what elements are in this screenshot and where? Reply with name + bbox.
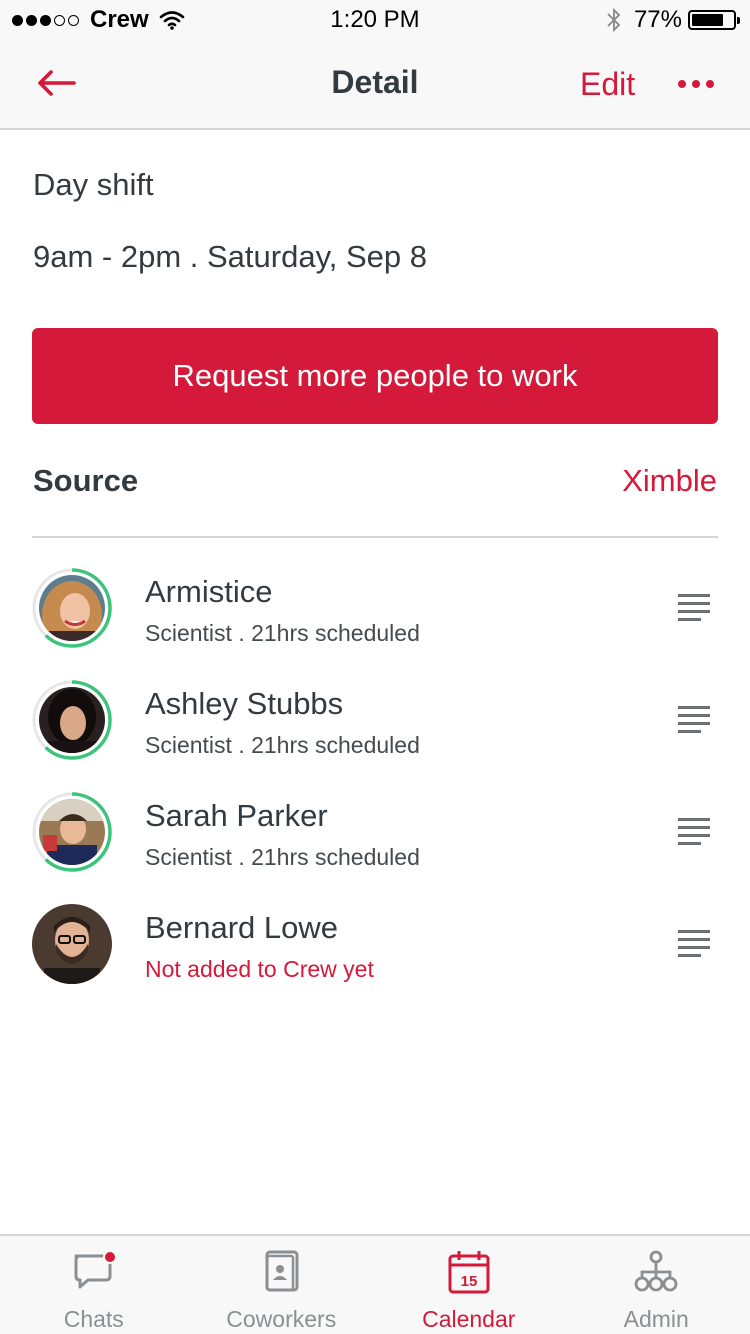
avatar [32,568,112,648]
battery-icon [688,10,740,30]
bluetooth-icon [607,7,621,33]
shift-time: 9am - 2pm . Saturday, Sep 8 [33,239,428,274]
divider [32,536,718,538]
request-more-people-button[interactable]: Request more people to work [32,328,718,424]
calendar-day: 15 [460,1273,477,1290]
battery-level [692,14,723,26]
person-name: Sarah Parker [145,798,328,833]
tab-calendar[interactable]: 15 Calendar [375,1236,563,1334]
person-subtitle: Scientist . 21hrs scheduled [145,732,420,758]
tab-label: Coworkers [226,1306,337,1332]
source-label: Source [33,463,139,498]
tab-label: Admin [623,1306,689,1332]
tab-coworkers[interactable]: Coworkers [188,1236,376,1334]
person-subtitle: Scientist . 21hrs scheduled [145,620,420,646]
page-title: Detail [331,64,419,100]
tab-label: Calendar [422,1306,516,1332]
drag-handle-icon[interactable] [678,594,710,622]
drag-handle-icon[interactable] [678,818,710,846]
org-chart-icon [634,1250,678,1292]
notification-badge [102,1250,117,1264]
tab-chats[interactable]: Chats [0,1236,188,1334]
chat-bubble-icon [74,1250,117,1289]
avatar-photo [32,904,112,984]
drag-handle-icon[interactable] [678,930,710,958]
avatar [32,680,112,760]
tab-admin[interactable]: Admin [563,1236,750,1334]
more-options-icon[interactable] [676,74,716,94]
contact-card-icon [265,1250,299,1292]
status-right: 77% [606,6,740,34]
avatar [32,792,112,872]
source-value[interactable]: Ximble [622,463,717,499]
status-bar: Crew 1:20 PM 77% [0,0,750,40]
list-item[interactable]: Sarah Parker Scientist . 21hrs scheduled [0,790,750,902]
list-item[interactable]: Ashley Stubbs Scientist . 21hrs schedule… [0,678,750,790]
list-item[interactable]: Armistice Scientist . 21hrs scheduled [0,566,750,678]
tab-bar: Chats Coworkers 15 Calendar Admin [0,1234,750,1334]
drag-handle-icon[interactable] [678,706,710,734]
person-name: Bernard Lowe [145,910,339,945]
avatar-photo [39,575,105,641]
battery-percent: 77% [633,6,682,33]
avatar-photo [39,687,105,753]
navigation-bar: Detail Edit [0,40,750,130]
tab-label: Chats [63,1306,124,1332]
avatar [32,904,112,984]
edit-button[interactable]: Edit [580,66,635,103]
person-subtitle: Not added to Crew yet [145,956,374,982]
shift-name: Day shift [33,167,154,202]
person-name: Armistice [145,574,273,609]
list-item[interactable]: Bernard Lowe Not added to Crew yet [0,902,750,1014]
calendar-icon: 15 [448,1251,490,1294]
avatar-photo [39,799,105,865]
back-arrow-icon[interactable] [36,66,76,100]
person-subtitle: Scientist . 21hrs scheduled [145,844,420,870]
person-name: Ashley Stubbs [145,686,344,721]
